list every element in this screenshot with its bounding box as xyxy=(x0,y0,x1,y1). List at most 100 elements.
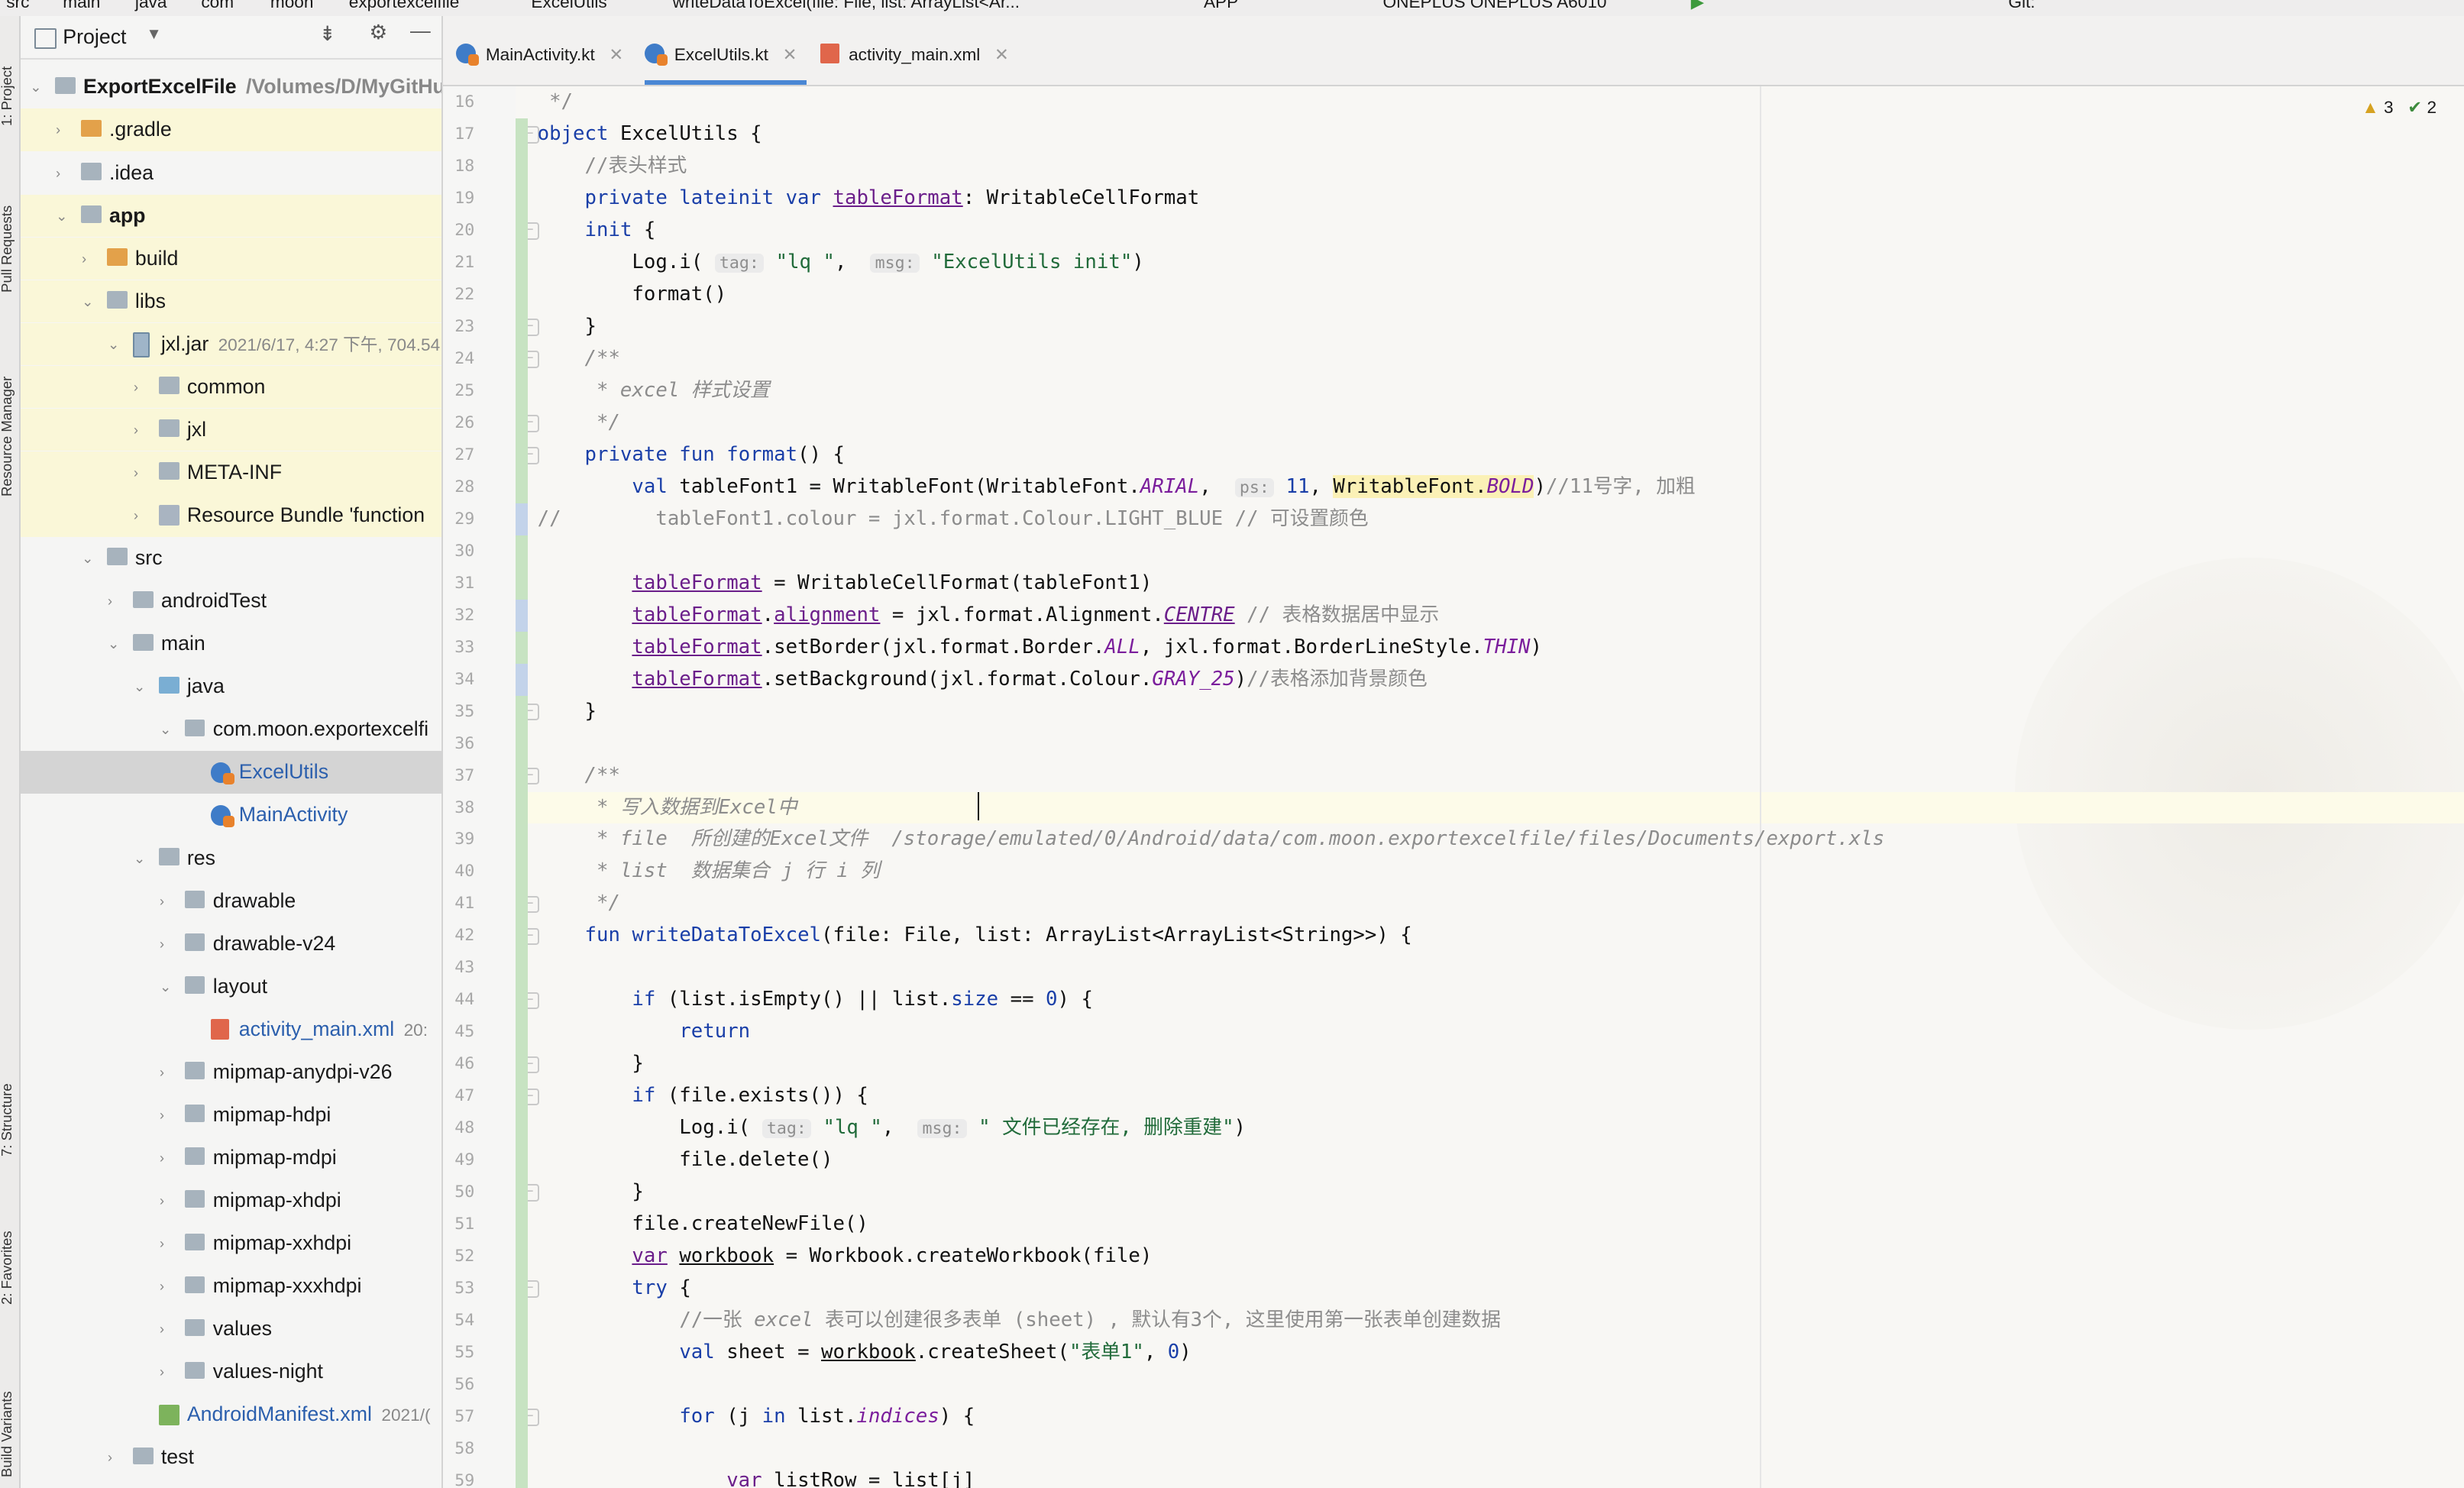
tree-item[interactable]: activity_main.xml 20: xyxy=(21,1008,441,1051)
tree-item[interactable]: › mipmap-xxxhdpi xyxy=(21,1265,441,1308)
change-marker[interactable] xyxy=(515,631,529,664)
tree-item[interactable]: › build xyxy=(20,237,442,280)
code-line[interactable]: } xyxy=(538,696,597,728)
code-line[interactable]: * excel 样式设置 xyxy=(538,375,770,407)
tree-item[interactable]: MainActivity xyxy=(21,794,441,836)
chevron-down-icon[interactable]: ⌄ xyxy=(82,280,94,323)
code-line[interactable]: return xyxy=(538,1016,750,1048)
tree-item[interactable]: › jxl xyxy=(20,408,442,451)
code-line[interactable]: /** xyxy=(538,343,620,375)
chevron-right-icon[interactable]: › xyxy=(160,923,164,966)
tree-item[interactable]: ExcelUtils xyxy=(20,751,442,794)
favorites-tool-tab[interactable]: 2: Favorites xyxy=(0,1231,15,1305)
tree-item[interactable]: › .gradle xyxy=(20,108,442,151)
code-line[interactable]: * 写入数据到Excel中 xyxy=(538,792,797,824)
tree-item[interactable]: ⌄ main xyxy=(21,623,441,665)
tab-main-activity[interactable]: MainActivity.kt ✕ xyxy=(455,37,623,82)
tree-item[interactable]: › mipmap-xxhdpi xyxy=(21,1222,441,1265)
chevron-right-icon[interactable]: › xyxy=(160,1179,164,1222)
chevron-right-icon[interactable]: › xyxy=(108,1436,112,1479)
tab-excel-utils[interactable]: ExcelUtils.kt ✕ xyxy=(644,37,807,85)
inspection-widget[interactable]: ▲ 3 ✔ 2 xyxy=(2362,98,2437,118)
chevron-down-icon[interactable]: ⌄ xyxy=(108,623,120,665)
code-line[interactable]: Log.i( tag: "lq ", msg: " 文件已经存在, 删除重建") xyxy=(538,1112,1246,1145)
close-icon[interactable]: ✕ xyxy=(783,45,797,64)
hide-panel-icon[interactable]: — xyxy=(410,19,431,43)
chevron-down-icon[interactable]: ⌄ xyxy=(108,323,120,366)
chevron-down-icon[interactable]: ⌄ xyxy=(160,966,172,1008)
run-config-selector[interactable]: APP xyxy=(1204,0,1238,12)
change-marker[interactable] xyxy=(515,695,529,1488)
chevron-right-icon[interactable]: › xyxy=(56,108,60,151)
code-line[interactable]: object ExcelUtils { xyxy=(538,118,762,150)
chevron-right-icon[interactable]: › xyxy=(160,1308,164,1351)
chevron-right-icon[interactable]: › xyxy=(160,1222,164,1265)
project-view-selector[interactable]: Project xyxy=(63,25,126,49)
tree-item[interactable]: › META-INF xyxy=(20,451,442,494)
breadcrumb-item[interactable]: moon xyxy=(270,0,314,12)
tree-item[interactable]: ⌄ layout xyxy=(21,966,441,1008)
breadcrumb-item[interactable]: ExcelUtils xyxy=(531,0,606,12)
code-line[interactable]: if (list.isEmpty() || list.size == 0) { xyxy=(538,984,1093,1016)
code-line[interactable]: for (j in list.indices) { xyxy=(538,1401,975,1433)
chevron-right-icon[interactable]: › xyxy=(134,451,138,494)
tree-item[interactable]: › Resource Bundle 'function xyxy=(20,494,442,537)
tree-item[interactable]: › mipmap-hdpi xyxy=(21,1094,441,1137)
change-marker[interactable] xyxy=(515,118,529,503)
tree-item[interactable]: › test xyxy=(21,1436,441,1479)
chevron-down-icon[interactable]: ⌄ xyxy=(30,66,42,108)
gear-icon[interactable]: ⚙ xyxy=(369,21,387,44)
structure-tool-tab[interactable]: 7: Structure xyxy=(0,1084,15,1157)
code-line[interactable]: if (file.exists()) { xyxy=(538,1080,868,1112)
code-line[interactable]: init { xyxy=(538,215,656,247)
tree-item[interactable]: › values-night xyxy=(21,1351,441,1393)
code-line[interactable]: var listRow = list[j] xyxy=(538,1465,975,1488)
chevron-down-icon[interactable]: ⌄ xyxy=(134,665,146,708)
chevron-right-icon[interactable]: › xyxy=(108,580,112,623)
chevron-right-icon[interactable]: › xyxy=(82,238,86,280)
code-line[interactable]: */ xyxy=(538,888,620,920)
code-editor[interactable]: 16 17−18 19 20−21 22 23−24−25 26−27−28 29 30 31 32… xyxy=(443,86,2464,1488)
code-line[interactable]: tableFormat.setBorder(jxl.format.Border.… xyxy=(538,632,1542,664)
tree-item[interactable]: › mipmap-xhdpi xyxy=(21,1179,441,1222)
code-line[interactable]: private lateinit var tableFormat: Writab… xyxy=(538,183,1200,215)
chevron-right-icon[interactable]: › xyxy=(160,1351,164,1393)
chevron-right-icon[interactable]: › xyxy=(160,1265,164,1308)
code-line[interactable]: */ xyxy=(538,86,573,118)
chevron-right-icon[interactable]: › xyxy=(160,1137,164,1179)
resource-manager-tool-tab[interactable]: Resource Manager xyxy=(0,377,15,497)
project-tool-tab[interactable]: 1: Project xyxy=(0,66,15,125)
breadcrumb-item[interactable]: com xyxy=(201,0,234,12)
change-marker[interactable] xyxy=(515,599,529,632)
breadcrumb-item[interactable]: writeDataToExcel(file: File, list: Array… xyxy=(673,0,1020,12)
change-marker[interactable] xyxy=(515,535,529,600)
pull-requests-tool-tab[interactable]: Pull Requests xyxy=(0,205,15,293)
tree-item[interactable]: › drawable xyxy=(21,880,441,923)
code-line[interactable]: // tableFont1.colour = jxl.format.Colour… xyxy=(538,503,1369,535)
code-line[interactable]: /** xyxy=(538,760,620,792)
code-line[interactable]: fun writeDataToExcel(file: File, list: A… xyxy=(538,920,1412,952)
code-line[interactable]: tableFormat.setBackground(jxl.format.Col… xyxy=(538,664,1427,696)
code-line[interactable]: Log.i( tag: "lq ", msg: "ExcelUtils init… xyxy=(538,247,1143,280)
chevron-right-icon[interactable]: › xyxy=(134,409,138,451)
code-line[interactable]: */ xyxy=(538,407,620,439)
tree-item[interactable]: › values xyxy=(21,1308,441,1351)
close-icon[interactable]: ✕ xyxy=(994,45,1009,64)
tree-item[interactable]: › drawable-v24 xyxy=(21,923,441,966)
tree-item[interactable]: › .idea xyxy=(21,152,441,195)
chevron-down-icon[interactable]: ⌄ xyxy=(134,837,146,880)
breadcrumb-item[interactable]: main xyxy=(63,0,100,12)
tree-item[interactable]: ⌄ ExportExcelFile/Volumes/D/MyGitHu xyxy=(21,66,441,108)
code-line[interactable]: file.delete() xyxy=(538,1144,833,1176)
code-line[interactable]: val sheet = workbook.createSheet("表单1", … xyxy=(538,1337,1191,1369)
code-line[interactable]: try { xyxy=(538,1273,690,1305)
build-variants-tool-tab[interactable]: Build Variants xyxy=(0,1391,15,1477)
device-selector[interactable]: ONEPLUS ONEPLUS A6010 xyxy=(1383,0,1607,12)
tree-item[interactable]: ⌄ java xyxy=(21,665,441,708)
chevron-down-icon[interactable]: ⌄ xyxy=(82,537,94,580)
chevron-down-icon[interactable]: ⌄ xyxy=(56,195,68,238)
collapse-all-icon[interactable]: ⇟ xyxy=(319,22,336,46)
tree-item[interactable]: › mipmap-anydpi-v26 xyxy=(21,1051,441,1094)
change-marker[interactable] xyxy=(515,663,529,696)
tree-item[interactable]: ⌄ res xyxy=(21,837,441,880)
